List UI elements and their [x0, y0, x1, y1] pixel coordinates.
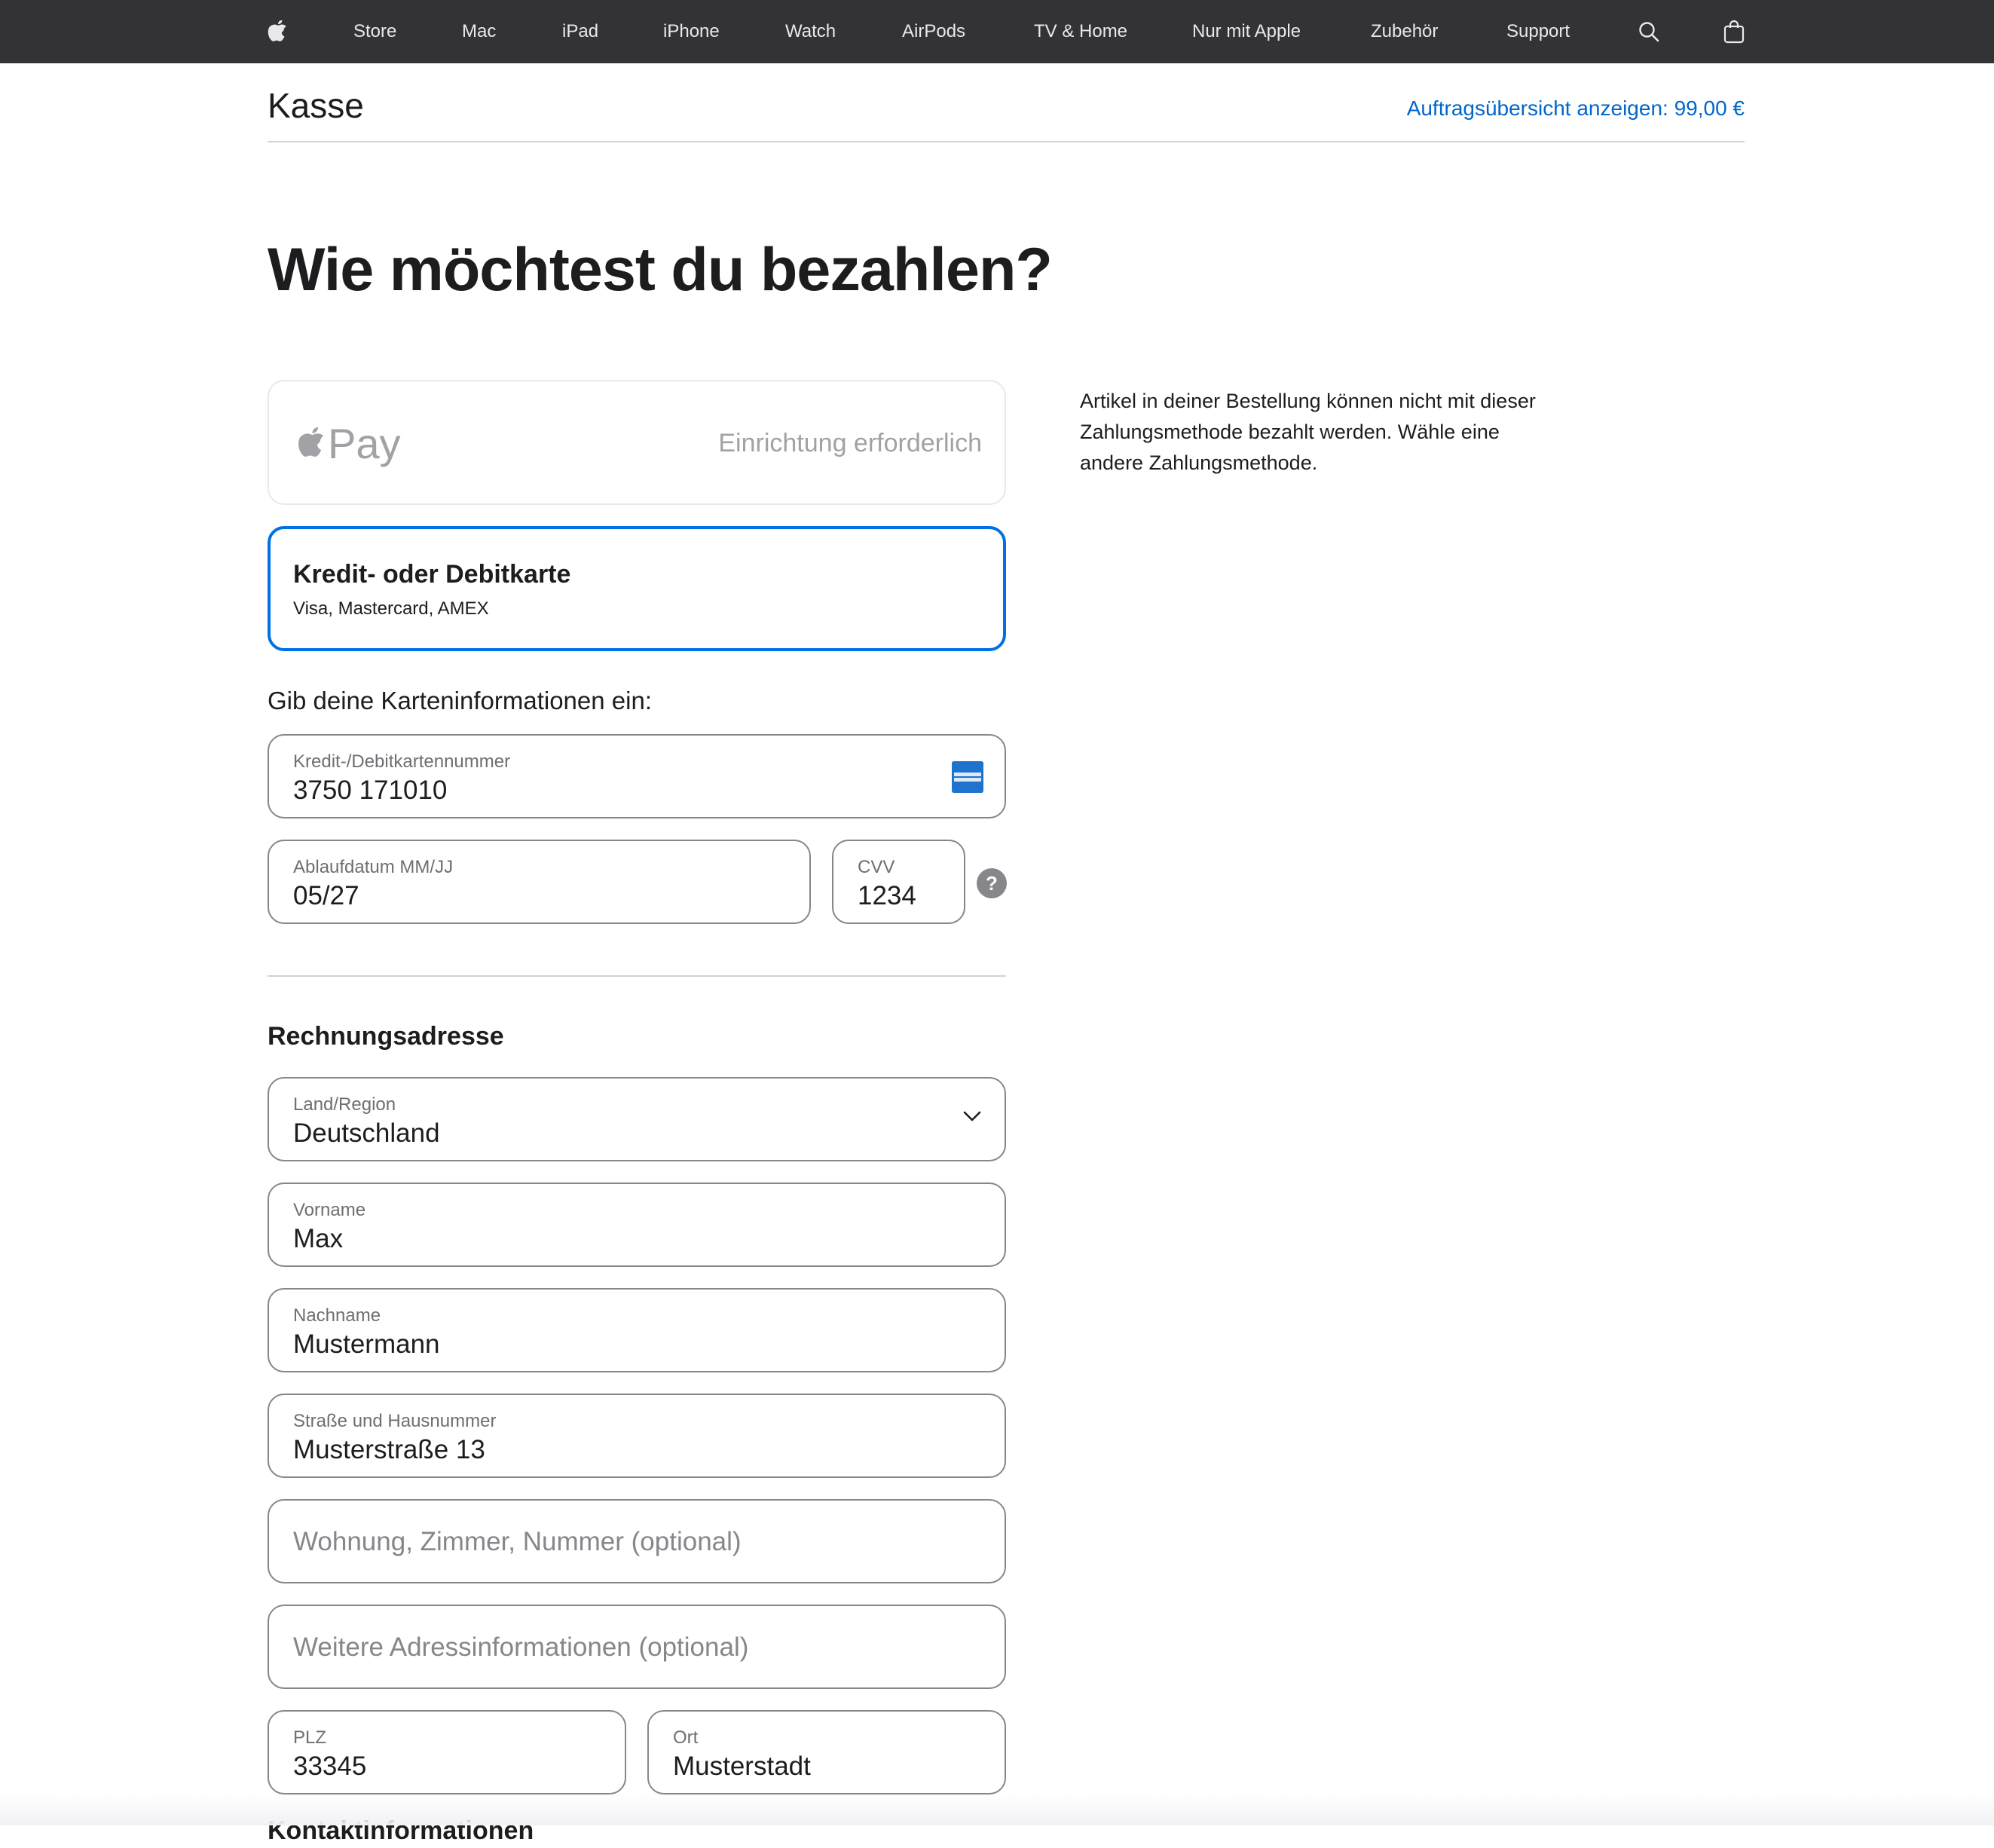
bottom-fade: [0, 1794, 1994, 1825]
nav-item-ipad[interactable]: iPad: [562, 0, 598, 63]
search-icon[interactable]: [1638, 0, 1660, 63]
cvv-value: 1234: [858, 881, 916, 910]
last-name-field[interactable]: Nachname Mustermann: [268, 1288, 1006, 1372]
zip-value: 33345: [293, 1752, 367, 1781]
apple-logo-icon[interactable]: [268, 0, 287, 63]
first-name-value: Max: [293, 1224, 344, 1253]
payment-method-note: Artikel in deiner Bestellung können nich…: [1080, 390, 1536, 474]
global-nav: Store Mac iPad iPhone Watch AirPods TV &…: [0, 0, 1994, 63]
nav-item-support[interactable]: Support: [1506, 0, 1570, 63]
nav-item-nur-mit-apple[interactable]: Nur mit Apple: [1192, 0, 1301, 63]
apartment-field[interactable]: Wohnung, Zimmer, Nummer (optional): [268, 1499, 1006, 1583]
country-label: Land/Region: [293, 1094, 396, 1115]
zip-label: PLZ: [293, 1727, 327, 1748]
nav-item-tv-home[interactable]: TV & Home: [1034, 0, 1127, 63]
extra-address-placeholder: Weitere Adressinformationen (optional): [293, 1632, 749, 1662]
apple-pay-option[interactable]: Pay Einrichtung erforderlich: [268, 380, 1006, 505]
shopping-bag-icon[interactable]: [1723, 0, 1745, 63]
first-name-label: Vorname: [293, 1200, 366, 1220]
checkout-title: Kasse: [268, 86, 364, 125]
nav-item-mac[interactable]: Mac: [462, 0, 496, 63]
card-info-prompt: Gib deine Karteninformationen ein:: [268, 687, 652, 714]
chevron-down-icon: [962, 1110, 982, 1126]
street-value: Musterstraße 13: [293, 1435, 485, 1464]
city-value: Musterstadt: [673, 1752, 811, 1781]
expiry-date-label: Ablaufdatum MM/JJ: [293, 857, 454, 877]
card-number-field[interactable]: Kredit-/Debitkartennummer 3750 171010: [268, 734, 1006, 818]
apple-pay-logo: Pay: [298, 419, 401, 469]
street-field[interactable]: Straße und Hausnummer Musterstraße 13: [268, 1394, 1006, 1478]
card-option-title: Kredit- oder Debitkarte: [293, 560, 571, 589]
amex-card-icon: [952, 761, 983, 793]
order-summary-link[interactable]: Auftragsübersicht anzeigen: 99,00 €: [1407, 93, 1745, 124]
apartment-placeholder: Wohnung, Zimmer, Nummer (optional): [293, 1527, 742, 1556]
cvv-field[interactable]: CVV 1234: [832, 840, 965, 924]
last-name-label: Nachname: [293, 1305, 381, 1326]
cvv-label: CVV: [858, 857, 895, 877]
apple-pay-text: Pay: [328, 420, 401, 467]
street-label: Straße und Hausnummer: [293, 1411, 497, 1431]
nav-item-zubehoer[interactable]: Zubehör: [1371, 0, 1438, 63]
cvv-help-icon[interactable]: ?: [977, 868, 1007, 898]
card-option-subtitle: Visa, Mastercard, AMEX: [293, 598, 489, 619]
last-name-value: Mustermann: [293, 1329, 440, 1359]
first-name-field[interactable]: Vorname Max: [268, 1183, 1006, 1267]
page-heading: Wie möchtest du bezahlen?: [268, 236, 1053, 304]
billing-address-heading: Rechnungsadresse: [268, 1022, 504, 1051]
nav-item-iphone[interactable]: iPhone: [663, 0, 720, 63]
card-number-label: Kredit-/Debitkartennummer: [293, 751, 511, 772]
apple-pay-status: Einrichtung erforderlich: [718, 429, 982, 457]
city-field[interactable]: Ort Musterstadt: [647, 1710, 1006, 1794]
extra-address-field[interactable]: Weitere Adressinformationen (optional): [268, 1605, 1006, 1689]
card-payment-option[interactable]: Kredit- oder Debitkarte Visa, Mastercard…: [268, 526, 1006, 651]
nav-item-airpods[interactable]: AirPods: [902, 0, 965, 63]
expiry-date-value: 05/27: [293, 881, 359, 910]
nav-item-store[interactable]: Store: [353, 0, 396, 63]
card-number-value: 3750 171010: [293, 776, 448, 805]
apple-logo-icon: [298, 427, 324, 457]
header-divider: [268, 141, 1745, 142]
city-label: Ort: [673, 1727, 699, 1748]
expiry-date-field[interactable]: Ablaufdatum MM/JJ 05/27: [268, 840, 811, 924]
zip-field[interactable]: PLZ 33345: [268, 1710, 626, 1794]
section-divider: [268, 975, 1006, 977]
country-value: Deutschland: [293, 1118, 440, 1148]
country-select[interactable]: Land/Region Deutschland: [268, 1077, 1006, 1161]
nav-item-watch[interactable]: Watch: [785, 0, 836, 63]
